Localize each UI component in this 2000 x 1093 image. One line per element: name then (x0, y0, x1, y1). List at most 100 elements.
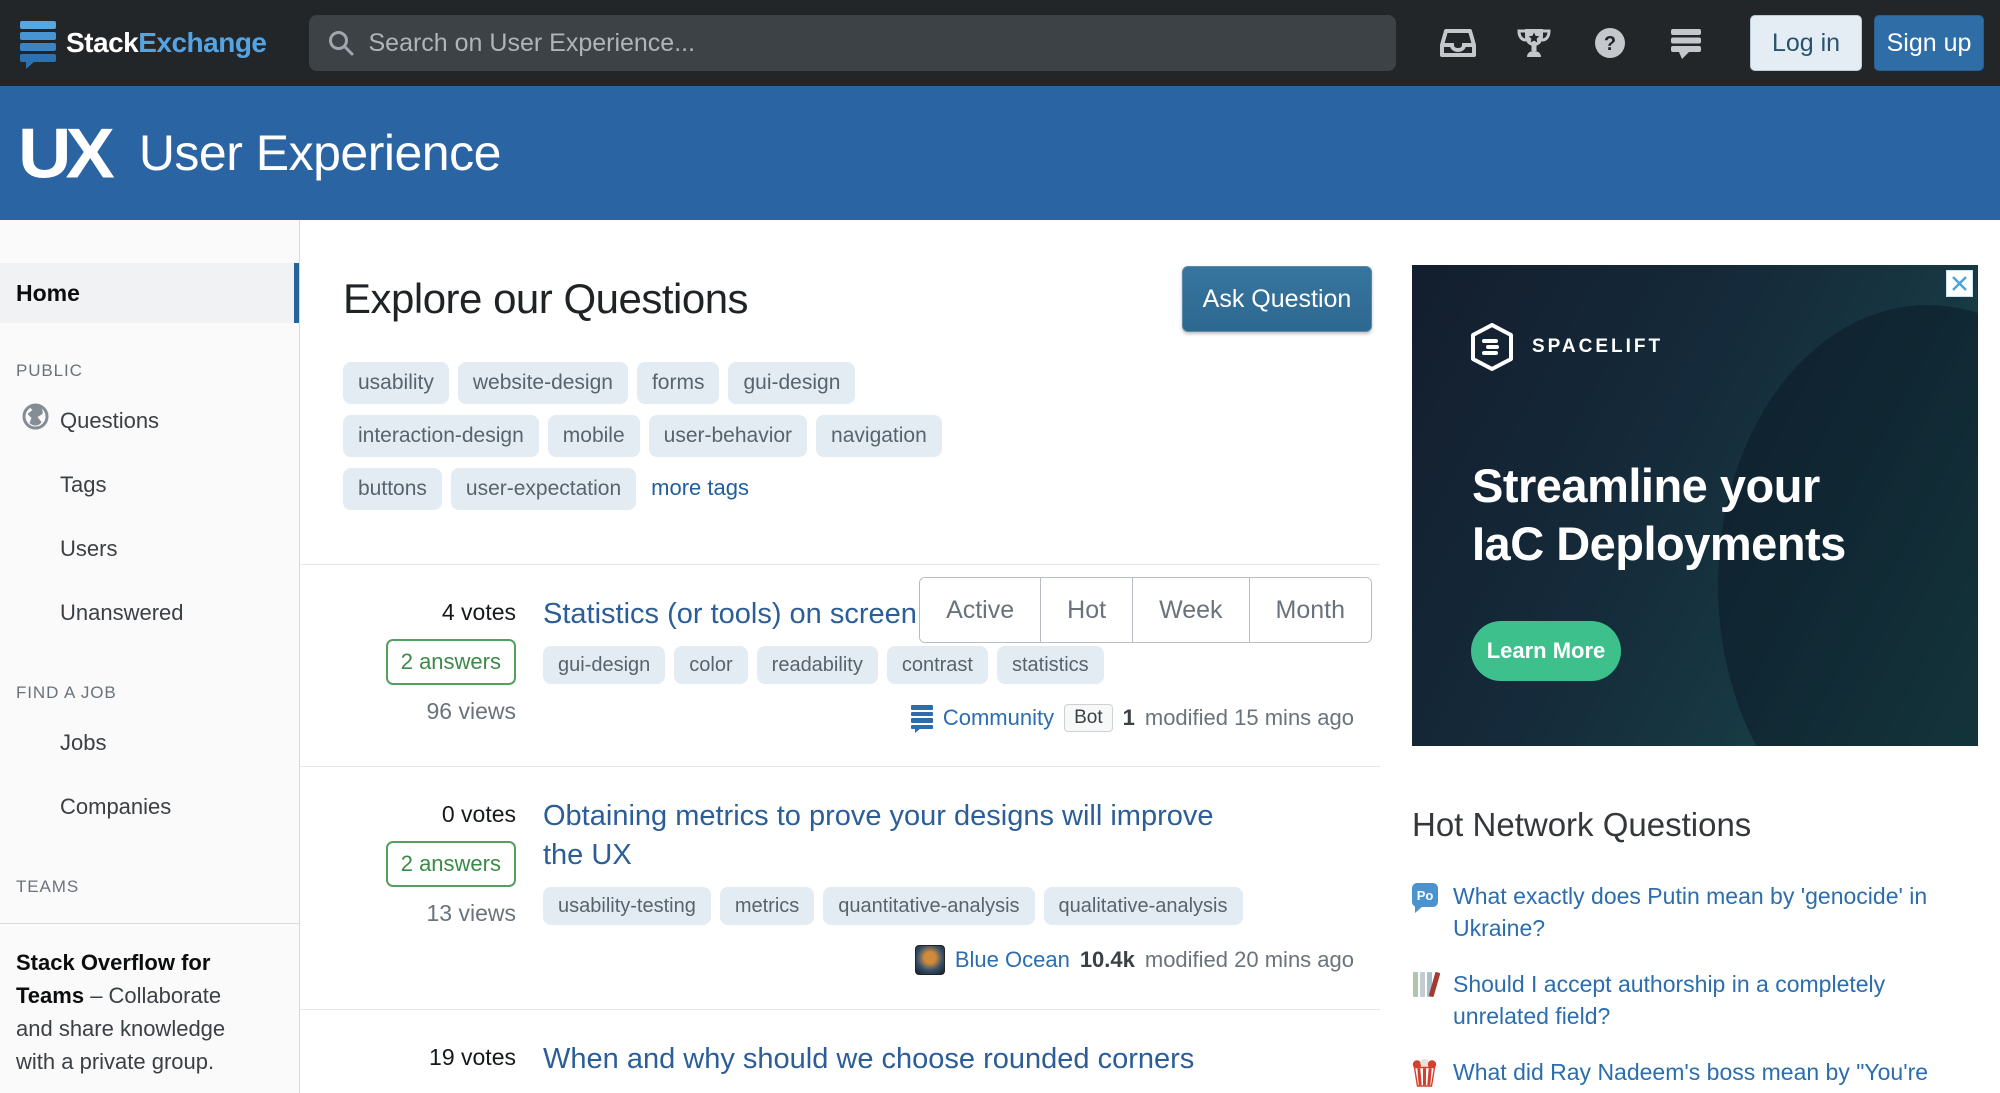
time-filter-group: Active Hot Week Month (919, 577, 1372, 643)
modified-time: modified 15 mins ago (1145, 705, 1354, 731)
stack-exchange-icon (20, 21, 56, 65)
sign-up-button[interactable]: Sign up (1874, 15, 1984, 71)
right-sidebar: SPACELIFT Streamline your IaC Deployment… (1412, 220, 1978, 1093)
question-row: 0 votes 2 answers 13 views Obtaining met… (300, 766, 1380, 1009)
tag-pill[interactable]: user-behavior (649, 415, 807, 457)
tag-pill[interactable]: forms (637, 362, 720, 404)
auth-buttons: Log in Sign up (1750, 15, 1984, 71)
sidebar-item-questions[interactable]: Questions (0, 389, 299, 453)
search-input[interactable] (369, 29, 1379, 58)
vote-count: 0 votes (442, 801, 516, 828)
tag-pill[interactable]: gui-design (728, 362, 855, 404)
ad-brand-name: SPACELIFT (1532, 336, 1663, 358)
ad-headline-line1: Streamline your (1472, 457, 1846, 515)
filter-month[interactable]: Month (1249, 578, 1371, 642)
view-count: 96 views (427, 698, 516, 725)
sidebar-item-label: Users (60, 536, 117, 561)
tag-pill[interactable]: buttons (343, 468, 442, 510)
sidebar-section-teams: TEAMS (16, 877, 299, 897)
question-title-link[interactable]: When and why should we choose rounded co… (543, 1040, 1354, 1079)
community-user-icon (911, 705, 933, 731)
svg-text:?: ? (1604, 33, 1616, 55)
hot-question-link[interactable]: Should I accept authorship in a complete… (1453, 968, 1978, 1032)
site-switcher-icon[interactable] (1668, 25, 1704, 61)
tag-pill[interactable]: navigation (816, 415, 942, 457)
tag-pill[interactable]: usability-testing (543, 887, 711, 925)
hot-question-item: What did Ray Nadeem's boss mean by "You'… (1412, 1056, 1978, 1093)
top-bar: StackExchange ? Log in Sign up (0, 0, 2000, 86)
teams-promo-text: Stack Overflow for Teams – Collaborate a… (0, 924, 299, 1078)
ask-question-button[interactable]: Ask Question (1182, 266, 1372, 332)
hot-network-questions-list: Po What exactly does Putin mean by 'geno… (1412, 880, 1978, 1093)
vote-count: 19 votes (429, 1044, 516, 1071)
search-bar[interactable] (309, 15, 1397, 71)
tag-pill[interactable]: usability (343, 362, 449, 404)
question-row: 19 votes When and why should we choose r… (300, 1009, 1380, 1091)
inbox-icon[interactable] (1440, 25, 1476, 61)
ux-site-logo[interactable]: UX (18, 113, 109, 194)
hot-question-link[interactable]: What did Ray Nadeem's boss mean by "You'… (1453, 1056, 1978, 1093)
movies-site-icon (1412, 1059, 1438, 1093)
sidebar-item-label: Tags (60, 472, 106, 497)
sidebar-item-label: Jobs (60, 730, 106, 755)
tag-pill[interactable]: mobile (548, 415, 640, 457)
sidebar-item-companies[interactable]: Companies (0, 775, 299, 839)
tag-pill[interactable]: color (674, 646, 747, 684)
sidebar-item-label: Questions (60, 408, 159, 433)
sidebar-item-tags[interactable]: Tags (0, 453, 299, 517)
ad-headline-line2: IaC Deployments (1472, 515, 1846, 573)
tag-pill[interactable]: quantitative-analysis (823, 887, 1034, 925)
tag-pill[interactable]: interaction-design (343, 415, 539, 457)
hot-question-item: Should I accept authorship in a complete… (1412, 968, 1978, 1032)
vote-count: 4 votes (442, 599, 516, 626)
sidebar-section-public: PUBLIC (16, 361, 299, 381)
tag-pill[interactable]: gui-design (543, 646, 665, 684)
log-in-button[interactable]: Log in (1750, 15, 1862, 71)
page-title: Explore our Questions (343, 275, 748, 323)
tag-pill[interactable]: qualitative-analysis (1044, 887, 1243, 925)
spacelift-advertisement[interactable]: SPACELIFT Streamline your IaC Deployment… (1412, 265, 1978, 746)
learn-more-button[interactable]: Learn More (1471, 621, 1621, 681)
sidebar-item-jobs[interactable]: Jobs (0, 711, 299, 775)
site-header: UX User Experience (0, 86, 2000, 220)
question-stats: 0 votes 2 answers 13 views (343, 797, 516, 975)
stack-exchange-logo[interactable]: StackExchange (20, 21, 267, 65)
tag-pill[interactable]: website-design (458, 362, 628, 404)
user-avatar[interactable] (915, 945, 945, 975)
ad-close-button[interactable] (1946, 270, 1973, 297)
tag-pill[interactable]: metrics (720, 887, 814, 925)
more-tags-link[interactable]: more tags (651, 475, 749, 501)
search-icon (327, 29, 355, 57)
hot-question-link[interactable]: What exactly does Putin mean by 'genocid… (1453, 880, 1978, 944)
tag-pill[interactable]: statistics (997, 646, 1104, 684)
stack-exchange-ux-page: StackExchange ? Log in Sign up UX (0, 0, 2000, 1093)
question-body: When and why should we choose rounded co… (543, 1040, 1354, 1091)
filter-week[interactable]: Week (1132, 578, 1248, 642)
tag-pill[interactable]: readability (757, 646, 878, 684)
reputation-score: 10.4k (1080, 947, 1135, 973)
ad-brand-row: SPACELIFT (1470, 323, 1663, 371)
sidebar-item-label: Unanswered (60, 600, 184, 625)
sidebar-item-unanswered[interactable]: Unanswered (0, 581, 299, 645)
hot-question-item: Po What exactly does Putin mean by 'geno… (1412, 880, 1978, 944)
tags-and-filters: usabilitywebsite-designformsgui-design in… (300, 332, 1380, 564)
user-link[interactable]: Community (943, 705, 1054, 731)
site-name[interactable]: User Experience (139, 124, 501, 182)
tag-pill[interactable]: user-expectation (451, 468, 636, 510)
topbar-icon-group: ? (1440, 25, 1704, 61)
achievements-trophy-icon[interactable] (1516, 25, 1552, 61)
question-stats: 19 votes (343, 1040, 516, 1091)
filter-active[interactable]: Active (920, 578, 1040, 642)
filter-hot[interactable]: Hot (1040, 578, 1132, 642)
user-link[interactable]: Blue Ocean (955, 947, 1070, 973)
help-icon[interactable]: ? (1592, 25, 1628, 61)
sidebar-item-home[interactable]: Home (0, 263, 299, 323)
sidebar-item-users[interactable]: Users (0, 517, 299, 581)
question-meta: Community Bot 1 modified 15 mins ago (911, 704, 1354, 732)
question-stats: 4 votes 2 answers 96 views (343, 595, 516, 732)
question-title-link[interactable]: Obtaining metrics to prove your designs … (543, 797, 1258, 875)
sidebar-section-find-a-job: FIND A JOB (16, 683, 299, 703)
globe-icon (22, 403, 49, 436)
tag-pill[interactable]: contrast (887, 646, 988, 684)
main-content: Explore our Questions Ask Question usabi… (300, 220, 1380, 1091)
